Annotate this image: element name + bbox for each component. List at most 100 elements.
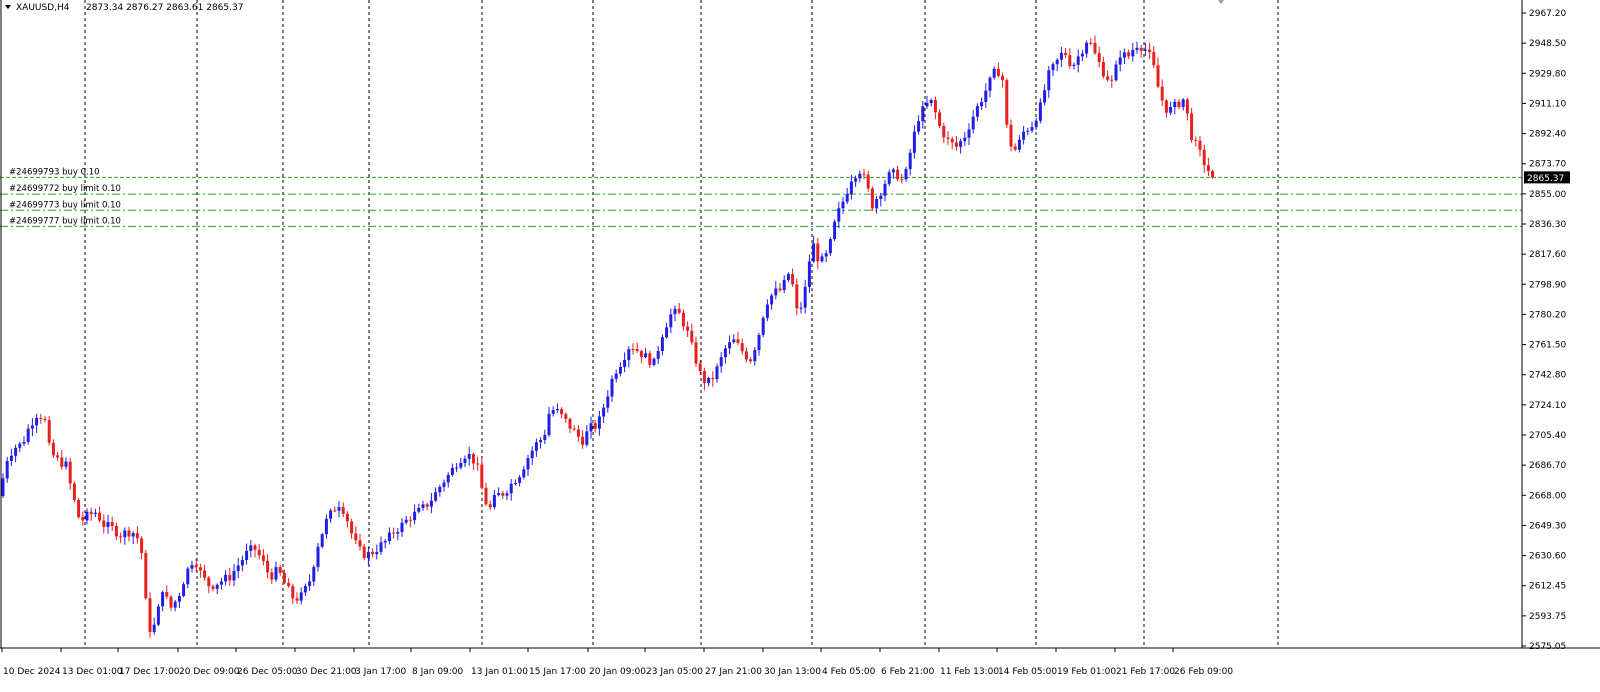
candle-body: [1034, 120, 1038, 128]
candlestick-chart[interactable]: #24699793 buy 0.10 #24699772 buy limit 0.…: [0, 0, 1600, 688]
candle-body: [1038, 102, 1042, 121]
candle-body: [896, 169, 900, 180]
candle-body: [765, 304, 769, 318]
x-tick-label: 15 Jan 17:00: [529, 667, 586, 677]
candle-body: [1055, 59, 1059, 65]
candle-body: [740, 343, 744, 352]
candle-body: [484, 487, 488, 505]
candle-body: [144, 552, 148, 599]
x-tick-label: 3 Jan 17:00: [355, 667, 407, 677]
candle-body: [198, 567, 202, 571]
x-tick-label: 30 Dec 21:00: [296, 667, 357, 677]
order-label: #24699793 buy 0.10: [9, 167, 100, 177]
candle-body: [362, 546, 366, 559]
candle-body: [1106, 76, 1110, 80]
candle-body: [186, 568, 190, 585]
candle-body: [497, 493, 501, 496]
candle-body: [278, 567, 282, 573]
order-label: #24699777 buy limit 0.10: [9, 216, 121, 226]
candle: [77, 498, 81, 519]
candle-body: [749, 359, 753, 362]
candle-body: [669, 314, 673, 328]
candle-body: [455, 467, 459, 469]
candle-body: [879, 195, 883, 199]
candle-body: [560, 409, 564, 415]
candle-body: [60, 457, 64, 467]
candle-body: [375, 551, 379, 555]
candle-body: [908, 152, 912, 170]
candle-body: [1026, 130, 1030, 132]
candle-body: [1152, 52, 1156, 66]
candle-body: [471, 454, 475, 464]
candle: [833, 219, 837, 242]
candle-body: [627, 349, 631, 360]
x-tick-label: 27 Jan 21:00: [705, 667, 762, 677]
candle-body: [1110, 79, 1114, 81]
candle-body: [366, 551, 370, 559]
candle-body: [807, 261, 811, 287]
x-tick-label: 17 Dec 17:00: [119, 667, 180, 677]
candle-body: [555, 409, 559, 411]
candle-body: [883, 183, 887, 196]
candle-body: [1114, 64, 1118, 81]
x-tick-label: 10 Dec 2024: [3, 667, 61, 677]
candle-body: [329, 510, 333, 519]
candle-body: [488, 504, 492, 508]
candle-body: [644, 353, 648, 357]
candle-body: [757, 334, 761, 351]
candle-body: [480, 464, 484, 488]
candle-body: [702, 371, 706, 384]
chart-header: XAUUSD,H4 2873.34 2876.27 2863.61 2865.3…: [5, 3, 243, 13]
candle-body: [5, 460, 9, 479]
candle-body: [396, 532, 400, 534]
x-tick-label: 13 Dec 01:00: [62, 667, 123, 677]
candle-body: [190, 565, 194, 569]
candle-body: [148, 598, 152, 633]
candle-body: [308, 581, 312, 586]
candle-body: [778, 288, 782, 291]
candle-body: [81, 517, 85, 521]
candle-body: [551, 410, 555, 414]
candle-body: [1022, 131, 1026, 140]
candle-body: [30, 425, 34, 429]
candle-body: [904, 169, 908, 180]
candle-body: [862, 173, 866, 175]
candle-body: [299, 592, 303, 601]
candle-body: [1097, 53, 1101, 63]
candle-body: [211, 586, 215, 589]
candle-body: [106, 522, 110, 527]
candle-body: [173, 601, 177, 608]
candle-body: [694, 342, 698, 364]
candle-body: [534, 442, 538, 451]
candle-body: [442, 482, 446, 487]
candle-body: [392, 532, 396, 534]
candle-body: [1093, 42, 1097, 54]
candle-body: [337, 507, 341, 511]
candle-body: [686, 326, 690, 331]
candle-body: [505, 493, 509, 496]
candle-body: [875, 198, 879, 209]
candle-body: [287, 582, 291, 587]
candle-body: [610, 378, 614, 397]
y-tick-label: 2892.40: [1529, 130, 1566, 140]
x-tick-label: 20 Dec 09:00: [179, 667, 240, 677]
candle-body: [224, 574, 228, 582]
candle-body: [421, 504, 425, 508]
candle-body: [833, 221, 837, 240]
candle-body: [51, 442, 55, 456]
candle-body: [942, 125, 946, 138]
candle-body: [837, 208, 841, 222]
candle-body: [1143, 49, 1147, 51]
candle-body: [1047, 70, 1051, 91]
candle-body: [345, 513, 349, 522]
candle-body: [1135, 47, 1139, 50]
candle-body: [816, 243, 820, 262]
candle-body: [1043, 90, 1047, 103]
y-tick-label: 2668.00: [1529, 491, 1566, 501]
candle-body: [786, 274, 790, 281]
candle-body: [543, 434, 547, 441]
y-tick-label: 2630.60: [1529, 552, 1566, 562]
candle-body: [921, 106, 925, 122]
candle-body: [446, 474, 450, 483]
candle-body: [98, 512, 102, 521]
